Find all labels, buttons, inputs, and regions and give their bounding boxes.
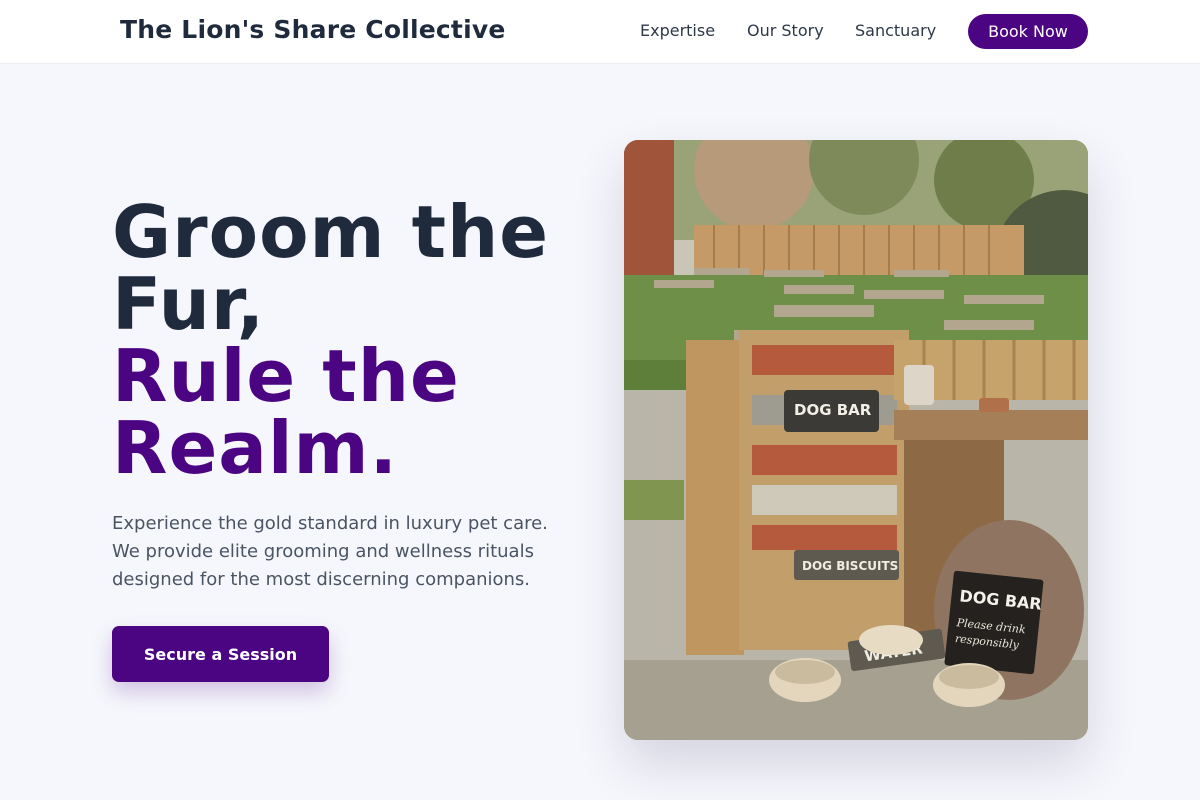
sign-biscuits-text: DOG BISCUITS [802, 559, 898, 573]
headline-line-4: Realm. [112, 406, 398, 490]
dog-bar-illustration: DOG BAR DOG BISCUITS WATER DOG BAR Pleas… [624, 140, 1088, 740]
secure-session-button[interactable]: Secure a Session [112, 626, 329, 682]
brick-building [624, 140, 674, 280]
headline-line-3: Rule the [112, 334, 460, 418]
hero-headline: Groom the Fur, Rule the Realm. [112, 196, 592, 484]
sign-dog-bar-text: DOG BAR [794, 401, 872, 419]
water-bowl-left-inner [775, 660, 835, 684]
small-bowl [979, 398, 1009, 412]
nav-link-expertise[interactable]: Expertise [640, 21, 715, 40]
site-header: The Lion's Share Collective Expertise Ou… [0, 0, 1200, 64]
nav-link-our-story[interactable]: Our Story [747, 21, 824, 40]
hero-photo-dog-bar: DOG BAR DOG BISCUITS WATER DOG BAR Pleas… [624, 140, 1088, 740]
gate-post [686, 340, 744, 655]
book-now-button[interactable]: Book Now [968, 14, 1088, 49]
nav-link-sanctuary[interactable]: Sanctuary [855, 21, 936, 40]
headline-line-2: Fur, [112, 262, 266, 346]
brand-logo[interactable]: The Lion's Share Collective [120, 15, 506, 44]
water-bowl-right-inner [939, 665, 999, 689]
water-bowl-center [859, 625, 923, 655]
pallet-slat-grey-2 [752, 485, 897, 515]
headline-line-1: Groom the [112, 190, 550, 274]
hero-description: Experience the gold standard in luxury p… [112, 513, 548, 590]
wooden-counter [894, 410, 1088, 440]
lantern [904, 365, 934, 405]
pallet-slat-red-3 [752, 525, 897, 550]
pallet-slat-red-1 [752, 345, 897, 375]
grass-patch [624, 480, 684, 520]
pallet-slat-red-2 [752, 445, 897, 475]
